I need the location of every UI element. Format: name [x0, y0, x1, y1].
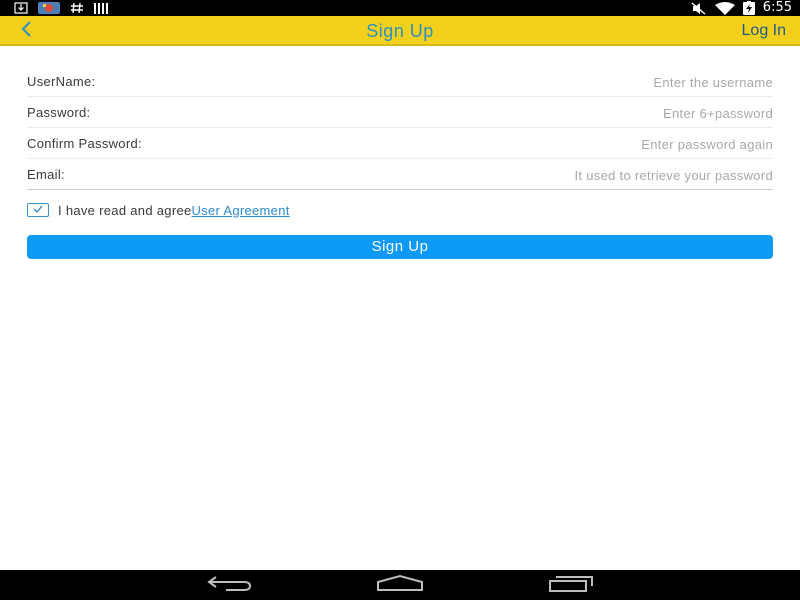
status-bar: 6:55	[0, 0, 800, 16]
signup-button[interactable]: Sign Up	[27, 235, 773, 259]
home-nav-icon	[376, 574, 424, 597]
username-input[interactable]	[353, 71, 773, 93]
confirm-password-input[interactable]	[353, 133, 773, 155]
login-link[interactable]: Log In	[742, 16, 786, 46]
status-bar-notifications	[14, 0, 110, 16]
email-row: Email:	[27, 159, 773, 190]
chevron-left-icon	[19, 20, 33, 43]
toolbar: Sign Up Log In	[0, 16, 800, 46]
home-nav-button[interactable]	[376, 574, 424, 596]
username-row: UserName:	[27, 66, 773, 97]
photo-notification-icon	[38, 0, 60, 16]
password-row: Password:	[27, 97, 773, 128]
back-nav-icon	[206, 575, 252, 596]
back-button[interactable]	[14, 19, 38, 43]
download-icon	[14, 0, 28, 16]
page-title: Sign Up	[366, 21, 434, 41]
status-bar-system: 6:55	[691, 0, 792, 16]
user-agreement-link[interactable]: User Agreement	[192, 203, 290, 218]
agreement-text: I have read and agree	[58, 202, 192, 218]
back-nav-button[interactable]	[205, 574, 253, 596]
password-input[interactable]	[353, 102, 773, 124]
recents-nav-button[interactable]	[548, 574, 596, 596]
confirm-password-row: Confirm Password:	[27, 128, 773, 159]
password-label: Password:	[27, 105, 91, 120]
status-bar-time: 6:55	[762, 0, 792, 15]
agreement-checkbox[interactable]	[27, 203, 49, 217]
agreement-row: I have read and agree User Agreement	[27, 201, 290, 219]
navigation-bar	[0, 570, 800, 600]
confirm-password-label: Confirm Password:	[27, 136, 142, 151]
recents-nav-icon	[548, 574, 596, 597]
checkmark-icon	[32, 201, 44, 219]
email-label: Email:	[27, 167, 65, 182]
wifi-icon	[714, 0, 735, 16]
username-label: UserName:	[27, 74, 96, 89]
hash-icon	[70, 0, 84, 16]
battery-charging-icon	[742, 0, 755, 16]
email-input[interactable]	[353, 164, 773, 186]
signup-form: UserName: Password: Confirm Password: Em…	[27, 66, 773, 190]
mute-icon	[691, 0, 707, 16]
barcode-icon	[94, 0, 110, 16]
